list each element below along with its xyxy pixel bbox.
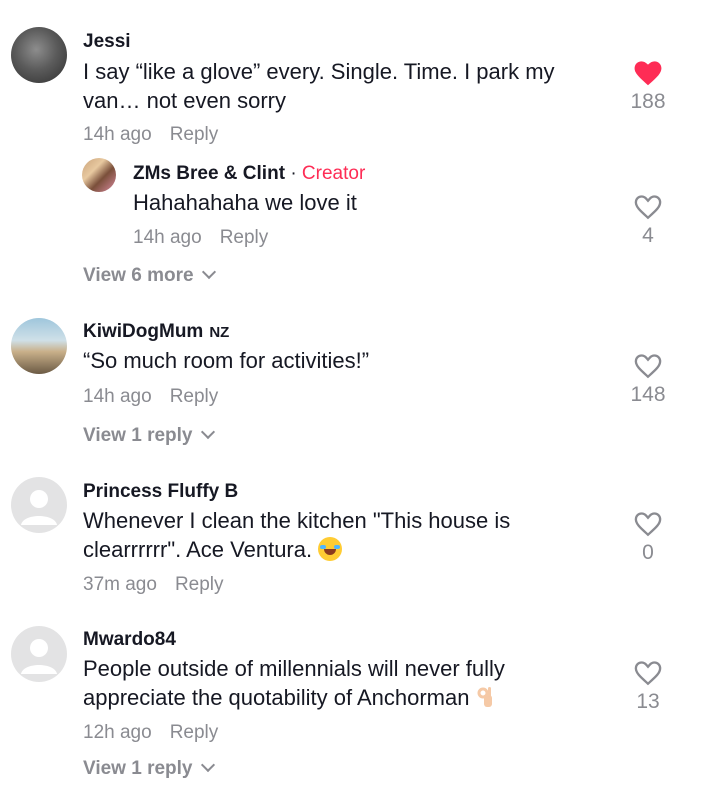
like-count: 148 (630, 383, 666, 406)
reply-button[interactable]: Reply (170, 124, 219, 145)
timestamp: 12h ago (83, 722, 152, 743)
comment-text: Whenever I clean the kitchen "This house… (83, 506, 553, 564)
like-count: 13 (636, 690, 660, 713)
like-button[interactable]: 0 (618, 511, 678, 565)
chevron-down-icon (200, 757, 215, 773)
like-count: 0 (642, 541, 654, 564)
reply-button[interactable]: Reply (175, 574, 224, 595)
heart-outline-icon (634, 354, 662, 379)
like-button[interactable]: 148 (618, 353, 678, 407)
heart-filled-icon (634, 61, 662, 86)
heart-outline-icon (634, 512, 662, 537)
like-button[interactable]: 188 (618, 60, 678, 114)
avatar[interactable] (11, 27, 67, 83)
like-button[interactable]: 13 (618, 660, 678, 714)
comment-meta: 14h ago Reply (83, 386, 218, 408)
view-more-label: View 6 more (83, 265, 194, 286)
like-count: 188 (630, 90, 666, 113)
view-more-replies[interactable]: View 1 reply (83, 424, 215, 447)
view-more-replies[interactable]: View 1 reply (83, 757, 215, 780)
view-more-label: View 1 reply (83, 758, 193, 779)
timestamp: 14h ago (83, 124, 152, 145)
username[interactable]: KiwiDogMum NZ (83, 321, 229, 343)
comment-text: I say “like a glove” every. Single. Time… (83, 59, 555, 113)
username[interactable]: Jessi (83, 31, 131, 53)
username-text[interactable]: KiwiDogMum (83, 321, 203, 342)
chevron-down-icon (201, 264, 216, 280)
reply-button[interactable]: Reply (170, 722, 219, 743)
reply-username[interactable]: ZMs Bree & Clint · Creator (133, 163, 365, 185)
default-avatar-icon[interactable] (11, 477, 67, 533)
comment-meta: 12h ago Reply (83, 722, 218, 744)
timestamp: 14h ago (133, 227, 202, 248)
separator: · (290, 163, 297, 184)
chevron-down-icon (200, 424, 215, 440)
like-count: 4 (642, 224, 654, 247)
username[interactable]: Mwardo84 (83, 629, 176, 651)
view-more-label: View 1 reply (83, 425, 193, 446)
creator-badge: Creator (301, 163, 366, 184)
comment-meta: 37m ago Reply (83, 574, 224, 596)
comment-text-body: People outside of millennials will never… (83, 656, 505, 710)
username[interactable]: ZMs Bree & Clint (133, 163, 285, 184)
comment-meta: 14h ago Reply (83, 124, 218, 146)
comment-text: “So much room for activities!” (83, 348, 370, 373)
country-flag: NZ (209, 324, 230, 341)
reply-button[interactable]: Reply (170, 386, 219, 407)
username[interactable]: Princess Fluffy B (83, 481, 238, 503)
heart-outline-icon (634, 195, 662, 220)
heart-outline-icon (634, 661, 662, 686)
reply-text: Hahahahaha we love it (133, 190, 357, 215)
comment-text: People outside of millennials will never… (83, 654, 553, 712)
comment-text-body: Whenever I clean the kitchen "This house… (83, 508, 511, 562)
reply-meta: 14h ago Reply (133, 227, 268, 249)
like-button[interactable]: 4 (618, 194, 678, 248)
ok-hand-emoji-icon (477, 687, 492, 707)
view-more-replies[interactable]: View 6 more (83, 264, 216, 287)
timestamp: 37m ago (83, 574, 157, 595)
avatar[interactable] (82, 158, 116, 192)
default-avatar-icon[interactable] (11, 626, 67, 682)
timestamp: 14h ago (83, 386, 152, 407)
laughing-emoji-icon (318, 537, 343, 561)
reply-button[interactable]: Reply (220, 227, 269, 248)
avatar[interactable] (11, 318, 67, 374)
